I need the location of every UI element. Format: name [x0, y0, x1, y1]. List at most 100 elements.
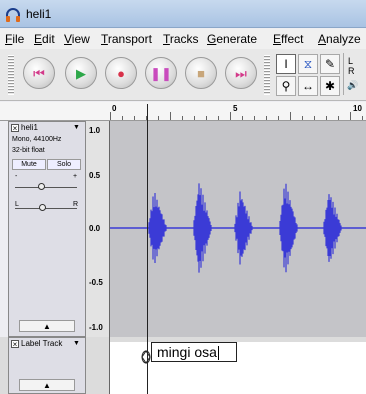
track-format: 32-bit float	[12, 147, 45, 154]
ruler-tick	[122, 116, 123, 120]
ruler-tick	[302, 116, 303, 120]
amplitude-scale[interactable]: 1.0 0.5 0.0 -0.5 -1.0	[86, 121, 110, 337]
label-text-box[interactable]: mingi osa	[151, 342, 237, 362]
zoom-tool-button[interactable]: ⚲	[276, 76, 296, 96]
track-name[interactable]: heli1	[21, 123, 38, 132]
meter-right-label: R	[348, 66, 355, 76]
stop-button[interactable]: ■	[185, 57, 217, 89]
ruler-tick	[314, 116, 315, 120]
skip-end-icon: ⏭	[235, 65, 247, 81]
level-meter[interactable]: L R 🔊	[343, 53, 366, 95]
title-bar: heli1	[0, 0, 366, 28]
collapse-track-button[interactable]: ▲	[19, 320, 75, 332]
ruler-tick	[194, 116, 195, 120]
scale-label: -1.0	[89, 323, 103, 332]
scale-label: 0.0	[89, 224, 101, 233]
menu-generate[interactable]: Generate	[207, 32, 257, 46]
gain-minus-label: -	[15, 173, 18, 180]
close-label-track-icon[interactable]: ×	[11, 340, 19, 349]
ruler-tick	[242, 116, 243, 120]
pause-button[interactable]: ❚❚	[145, 57, 177, 89]
ruler-label-5: 5	[233, 104, 238, 113]
label-track-menu-dropdown-icon[interactable]: ▼	[73, 340, 80, 347]
meter-left-label: L	[348, 56, 354, 66]
solo-button[interactable]: Solo	[47, 159, 81, 170]
timeshift-tool-button[interactable]: ↔	[298, 76, 318, 96]
waveform-burst	[148, 193, 167, 263]
headphones-icon	[6, 8, 20, 22]
ruler-tick	[326, 116, 327, 120]
audio-track-panel[interactable]: × heli1 ▼ Mono, 44100Hz 32-bit float Mut…	[8, 121, 86, 337]
skip-end-button[interactable]: ⏭	[225, 57, 257, 89]
waveform	[110, 183, 366, 273]
waveform-burst	[323, 194, 342, 262]
menu-file[interactable]: File	[5, 32, 24, 46]
gain-slider-thumb[interactable]	[38, 183, 45, 190]
record-button[interactable]: ●	[105, 57, 137, 89]
pan-right-label: R	[73, 201, 79, 208]
track-menu-dropdown-icon[interactable]: ▼	[73, 124, 80, 131]
audacity-window: heli1 File Edit View Transport Tracks Ge…	[0, 0, 366, 394]
multi-tool-icon: ✱	[324, 79, 336, 93]
toolbar: ⏮ ▶ ● ❚❚ ■ ⏭ I ⧖ ✎ ⚲ ↔ ✱	[0, 49, 366, 101]
mute-button[interactable]: Mute	[12, 159, 46, 170]
chevron-up-icon: ▲	[43, 381, 51, 390]
menu-effect[interactable]: Effect	[273, 32, 303, 46]
ruler-label-0: 0	[112, 104, 117, 113]
ruler-tick	[290, 112, 291, 120]
ruler-tick	[278, 116, 279, 120]
ruler-tick	[182, 116, 183, 120]
playback-cursor	[147, 104, 148, 394]
multi-tool-button[interactable]: ✱	[320, 76, 340, 96]
toolbar-grip[interactable]	[8, 55, 14, 95]
envelope-tool-icon: ⧖	[303, 57, 313, 71]
collapse-label-track-button[interactable]: ▲	[19, 379, 75, 391]
track-rate: Mono, 44100Hz	[12, 136, 62, 143]
play-button[interactable]: ▶	[65, 57, 97, 89]
label-track-panel[interactable]: × Label Track ▼ ▲	[8, 337, 86, 394]
menu-view[interactable]: View	[64, 32, 90, 46]
waveform-burst	[193, 183, 212, 273]
play-icon: ▶	[76, 65, 86, 81]
close-track-icon[interactable]: ×	[11, 124, 19, 133]
menu-tracks[interactable]: Tracks	[163, 32, 199, 46]
pan-slider[interactable]	[15, 208, 77, 209]
label-track-spacer	[86, 337, 110, 394]
draw-tool-button[interactable]: ✎	[320, 54, 340, 74]
timeline-ruler[interactable]: 0 5 10	[0, 102, 366, 121]
menu-edit[interactable]: Edit	[34, 32, 55, 46]
ruler-tick	[350, 112, 351, 120]
tools-grip[interactable]	[264, 55, 270, 95]
pencil-icon: ✎	[324, 57, 336, 71]
pause-icon: ❚❚	[150, 65, 172, 81]
ruler-label-10: 10	[353, 104, 362, 113]
ruler-tick	[158, 116, 159, 120]
waveform-area[interactable]	[110, 121, 366, 337]
ruler-tick	[230, 112, 231, 120]
menu-analyze[interactable]: Analyze	[318, 32, 361, 46]
label-text: mingi osa	[157, 344, 217, 360]
ruler-tick	[266, 116, 267, 120]
ruler-tick	[254, 116, 255, 120]
pan-left-label: L	[15, 201, 19, 208]
record-icon: ●	[117, 65, 125, 81]
gain-slider[interactable]	[15, 187, 77, 188]
ruler-tick	[338, 116, 339, 120]
envelope-tool-button[interactable]: ⧖	[298, 54, 318, 74]
skip-start-icon: ⏮	[33, 65, 45, 81]
selection-tool-button[interactable]: I	[276, 54, 296, 74]
skip-start-button[interactable]: ⏮	[23, 57, 55, 89]
ruler-tick	[362, 116, 363, 120]
scale-label: 0.5	[89, 171, 101, 180]
label-track-name[interactable]: Label Track	[21, 339, 62, 348]
menu-bar: File Edit View Transport Tracks Generate…	[0, 29, 366, 49]
gain-plus-label: +	[73, 173, 78, 180]
ruler-tick	[134, 116, 135, 120]
menu-transport[interactable]: Transport	[101, 32, 152, 46]
selection-tool-icon: I	[284, 57, 288, 71]
ruler-tick	[110, 112, 111, 120]
pan-slider-thumb[interactable]	[39, 204, 46, 211]
label-marker-icon[interactable]	[141, 350, 151, 364]
stop-icon: ■	[197, 65, 205, 81]
ruler-tick	[206, 116, 207, 120]
